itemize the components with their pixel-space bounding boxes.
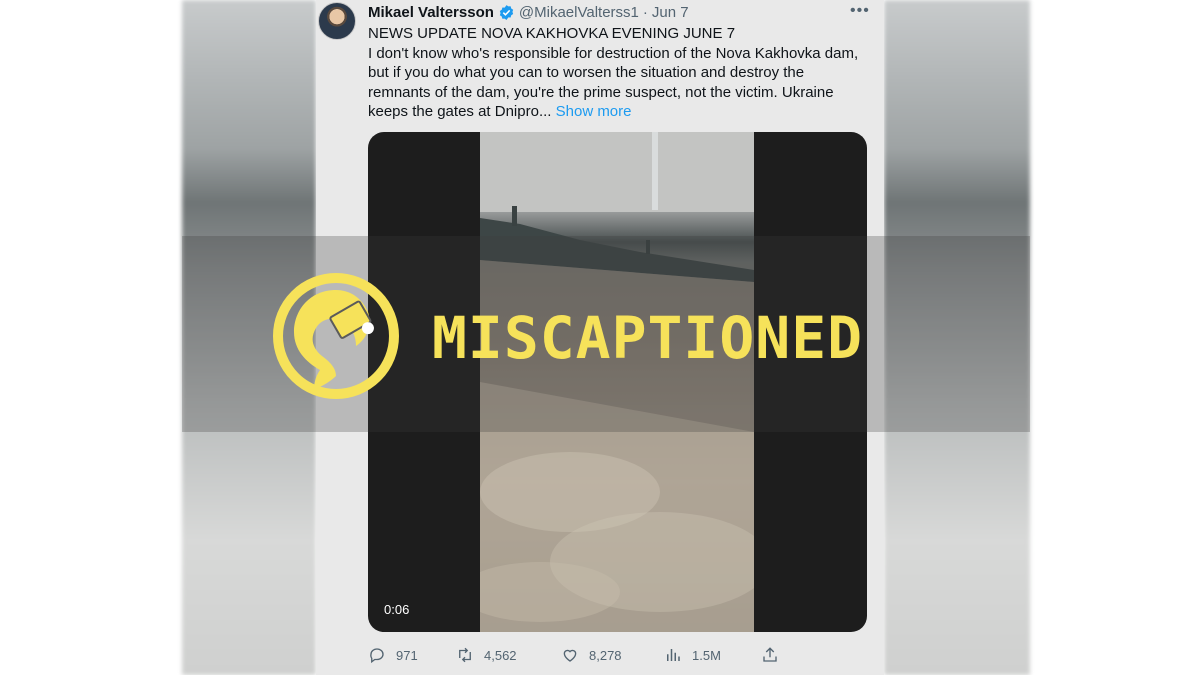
retweet-icon [459,647,471,663]
tweet-header: Mikael Valtersson @MikaelValterss1 · Jun… [368,2,689,22]
tweet-date[interactable]: Jun 7 [652,4,689,21]
share-button[interactable] [761,646,789,664]
page-margin-left [0,0,182,675]
tweet-actions: 971 4,562 8,278 1.5M [368,644,788,666]
more-options-icon[interactable]: ••• [850,2,870,20]
tweet-text-line: but if you do what you can to worsen the… [368,64,805,81]
views-button[interactable]: 1.5M [664,646,721,664]
tweet-text-line: keeps the gates at Dnipro... Show more [368,102,868,122]
verified-badge-icon [499,4,514,20]
author-handle[interactable]: @MikaelValterss1 [519,4,639,21]
reply-icon [370,648,384,664]
share-icon [763,647,777,662]
tweet-text-line: NEWS UPDATE NOVA KAKHOVKA EVENING JUNE 7 [368,25,736,42]
video-timestamp: 0:06 [384,602,410,617]
reply-button[interactable]: 971 [368,646,418,664]
author-name[interactable]: Mikael Valtersson [368,4,494,21]
page-margin-right [1030,0,1200,675]
retweet-button[interactable]: 4,562 [456,646,517,664]
tweet-text-last: keeps the gates at Dnipro... [368,103,552,120]
reply-count: 971 [396,647,418,663]
views-count: 1.5M [692,647,721,663]
views-chart-icon [667,649,680,661]
tweet-text-line: remnants of the dam, you're the prime su… [368,83,834,101]
tweet-text-line: I don't know who's responsible for destr… [368,44,859,62]
show-more-link[interactable]: Show more [556,103,632,120]
tweet-text: NEWS UPDATE NOVA KAKHOVKA EVENING JUNE 7… [368,24,868,122]
avatar[interactable] [318,2,356,40]
separator-dot: · [642,3,648,21]
snopes-logo-icon [273,273,399,399]
rating-label: MISCAPTIONED [432,304,864,372]
heart-icon [563,649,577,662]
like-button[interactable]: 8,278 [561,646,622,664]
like-count: 8,278 [589,647,622,663]
retweet-count: 4,562 [484,647,517,663]
